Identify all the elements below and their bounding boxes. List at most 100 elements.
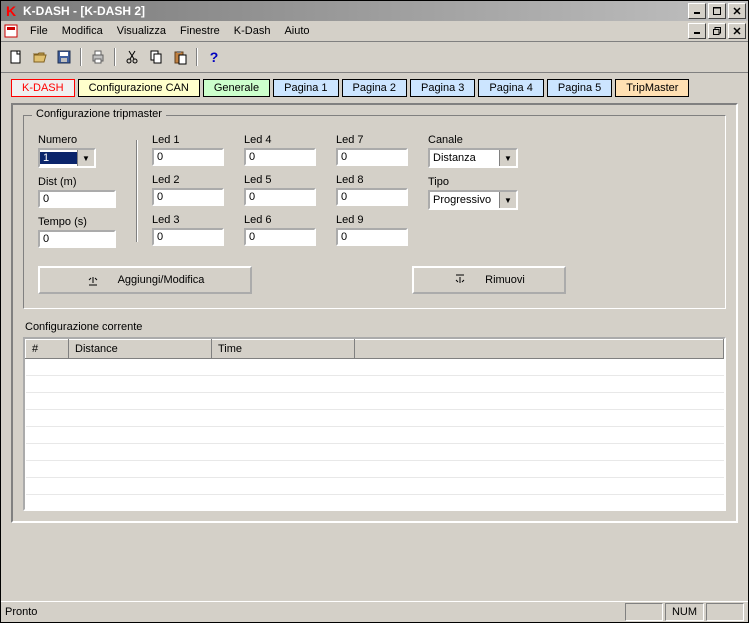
- table-row[interactable]: [26, 478, 724, 495]
- led3-label: Led 3: [152, 214, 224, 226]
- led1-label: Led 1: [152, 134, 224, 146]
- menu-aiuto[interactable]: Aiuto: [277, 23, 316, 39]
- app-window: K K-DASH - [K-DASH 2] File Modifica Visu…: [0, 0, 749, 623]
- col-led-b: Led 4 Led 5 Led 6: [244, 134, 316, 246]
- tab-pagina5[interactable]: Pagina 5: [547, 79, 612, 97]
- menu-finestre[interactable]: Finestre: [173, 23, 227, 39]
- col-time[interactable]: Time: [212, 340, 355, 359]
- cut-icon[interactable]: [121, 46, 143, 68]
- led2-label: Led 2: [152, 174, 224, 186]
- led1-input[interactable]: [152, 148, 224, 166]
- group-legend: Configurazione tripmaster: [32, 108, 166, 120]
- numero-value: 1: [40, 152, 77, 164]
- maximize-button[interactable]: [708, 3, 726, 19]
- print-icon[interactable]: [87, 46, 109, 68]
- doc-icon: [3, 23, 19, 39]
- chevron-down-icon: ▼: [77, 150, 94, 166]
- led4-input[interactable]: [244, 148, 316, 166]
- col-index[interactable]: #: [26, 340, 69, 359]
- menu-modifica[interactable]: Modifica: [55, 23, 110, 39]
- led4-label: Led 4: [244, 134, 316, 146]
- tab-generale[interactable]: Generale: [203, 79, 270, 97]
- table-row[interactable]: [26, 427, 724, 444]
- dist-label: Dist (m): [38, 176, 116, 188]
- status-num: NUM: [665, 603, 704, 621]
- canale-dropdown[interactable]: Distanza ▼: [428, 148, 518, 168]
- toolbar-separator: [196, 48, 198, 66]
- mdi-close-button[interactable]: [728, 23, 746, 39]
- window-controls: [688, 3, 746, 19]
- tipo-dropdown[interactable]: Progressivo ▼: [428, 190, 518, 210]
- numero-label: Numero: [38, 134, 116, 146]
- rimuovi-button[interactable]: Rimuovi: [412, 266, 566, 294]
- tab-pagina3[interactable]: Pagina 3: [410, 79, 475, 97]
- led8-input[interactable]: [336, 188, 408, 206]
- button-row: Aggiungi/Modifica Rimuovi: [38, 266, 711, 294]
- led9-input[interactable]: [336, 228, 408, 246]
- tab-pagina1[interactable]: Pagina 1: [273, 79, 338, 97]
- form-grid: Numero 1 ▼ Dist (m) Tempo (s): [38, 134, 711, 248]
- mdi-restore-button[interactable]: [708, 23, 726, 39]
- table-row[interactable]: [26, 359, 724, 376]
- led5-input[interactable]: [244, 188, 316, 206]
- paste-icon[interactable]: [169, 46, 191, 68]
- col-canale: Canale Distanza ▼ Tipo Progressivo ▼: [428, 134, 518, 210]
- led6-input[interactable]: [244, 228, 316, 246]
- close-button[interactable]: [728, 3, 746, 19]
- new-icon[interactable]: [5, 46, 27, 68]
- col-led-a: Led 1 Led 2 Led 3: [152, 134, 224, 246]
- table-row[interactable]: [26, 410, 724, 427]
- col-distance[interactable]: Distance: [69, 340, 212, 359]
- table-row[interactable]: [26, 376, 724, 393]
- copy-icon[interactable]: [145, 46, 167, 68]
- col-empty[interactable]: [355, 340, 724, 359]
- tab-pagina4[interactable]: Pagina 4: [478, 79, 543, 97]
- toolbar-separator: [114, 48, 116, 66]
- led2-input[interactable]: [152, 188, 224, 206]
- app-icon: K: [3, 3, 19, 19]
- led5-label: Led 5: [244, 174, 316, 186]
- led7-label: Led 7: [336, 134, 408, 146]
- canale-value: Distanza: [430, 152, 499, 164]
- remove-icon: [453, 273, 467, 287]
- tempo-label: Tempo (s): [38, 216, 116, 228]
- table-row[interactable]: [26, 461, 724, 478]
- tipo-label: Tipo: [428, 176, 518, 188]
- col-led-c: Led 7 Led 8 Led 9: [336, 134, 408, 246]
- minimize-button[interactable]: [688, 3, 706, 19]
- tab-can[interactable]: Configurazione CAN: [78, 79, 200, 97]
- led6-label: Led 6: [244, 214, 316, 226]
- tab-tripmaster[interactable]: TripMaster: [615, 79, 689, 97]
- help-icon[interactable]: ?: [203, 46, 225, 68]
- add-icon: [86, 273, 100, 287]
- menu-visualizza[interactable]: Visualizza: [110, 23, 173, 39]
- statusbar: Pronto NUM: [1, 601, 748, 622]
- mdi-area: K-DASH Configurazione CAN Generale Pagin…: [1, 73, 748, 601]
- save-icon[interactable]: [53, 46, 75, 68]
- menu-file[interactable]: File: [23, 23, 55, 39]
- tabs-row: K-DASH Configurazione CAN Generale Pagin…: [1, 73, 748, 97]
- tab-pagina2[interactable]: Pagina 2: [342, 79, 407, 97]
- status-cell: [706, 603, 744, 621]
- chevron-down-icon: ▼: [499, 192, 516, 208]
- menubar: File Modifica Visualizza Finestre K-Dash…: [1, 21, 748, 42]
- col-main: Numero 1 ▼ Dist (m) Tempo (s): [38, 134, 116, 248]
- window-title: K-DASH - [K-DASH 2]: [23, 4, 688, 18]
- led3-input[interactable]: [152, 228, 224, 246]
- menu-kdash[interactable]: K-Dash: [227, 23, 278, 39]
- aggiungi-button[interactable]: Aggiungi/Modifica: [38, 266, 252, 294]
- dist-input[interactable]: [38, 190, 116, 208]
- table-row[interactable]: [26, 393, 724, 410]
- chevron-down-icon: ▼: [499, 150, 516, 166]
- led7-input[interactable]: [336, 148, 408, 166]
- numero-dropdown[interactable]: 1 ▼: [38, 148, 96, 168]
- toolbar: ?: [1, 42, 748, 73]
- rimuovi-label: Rimuovi: [485, 274, 525, 286]
- open-icon[interactable]: [29, 46, 51, 68]
- mdi-minimize-button[interactable]: [688, 23, 706, 39]
- toolbar-separator: [80, 48, 82, 66]
- tab-kdash[interactable]: K-DASH: [11, 79, 75, 97]
- config-table[interactable]: # Distance Time: [23, 337, 726, 511]
- tempo-input[interactable]: [38, 230, 116, 248]
- table-row[interactable]: [26, 444, 724, 461]
